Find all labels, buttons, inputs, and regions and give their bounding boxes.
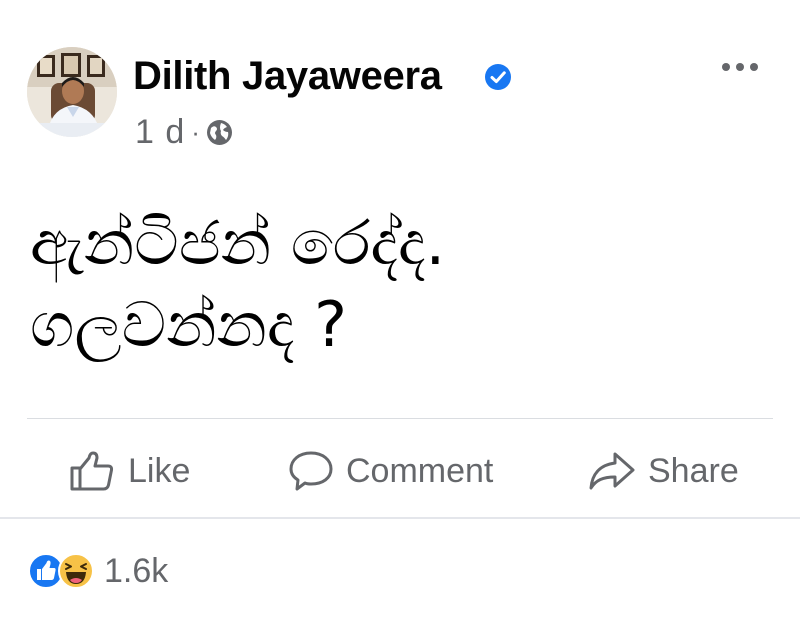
comment-button[interactable]: Comment xyxy=(288,440,493,502)
comment-label: Comment xyxy=(346,451,494,490)
reaction-count: 1.6k xyxy=(104,551,169,590)
haha-reaction-icon xyxy=(58,553,94,589)
share-button[interactable]: Share xyxy=(588,440,739,502)
share-arrow-icon xyxy=(589,452,635,490)
post-text-line: ඇන්ටිජන් රෙද්ද. xyxy=(30,206,446,279)
meta-separator: · xyxy=(191,117,200,147)
like-button[interactable]: Like xyxy=(68,440,190,502)
post-text: ඇන්ටිජන් රෙද්ද. ගලවන්නද ? xyxy=(30,202,770,366)
share-label: Share xyxy=(648,451,739,490)
verified-badge-icon xyxy=(485,64,511,90)
more-options-icon[interactable] xyxy=(716,52,764,82)
thumbs-up-icon xyxy=(70,451,114,491)
post-meta: 1 d · xyxy=(135,112,233,152)
globe-icon[interactable] xyxy=(206,119,233,146)
comment-bubble-icon xyxy=(289,451,333,491)
post-text-line: ගලවන්නද ? xyxy=(30,288,348,361)
post-timestamp[interactable]: 1 d xyxy=(135,112,185,152)
action-bar: Like Comment Share xyxy=(0,440,800,502)
divider xyxy=(27,418,773,419)
author-name[interactable]: Dilith Jayaweera xyxy=(133,50,442,102)
like-label: Like xyxy=(128,451,191,490)
avatar-photo xyxy=(27,47,117,137)
reactions-summary[interactable]: 1.6k xyxy=(28,549,168,593)
author-avatar[interactable] xyxy=(27,47,117,137)
divider xyxy=(0,517,800,519)
